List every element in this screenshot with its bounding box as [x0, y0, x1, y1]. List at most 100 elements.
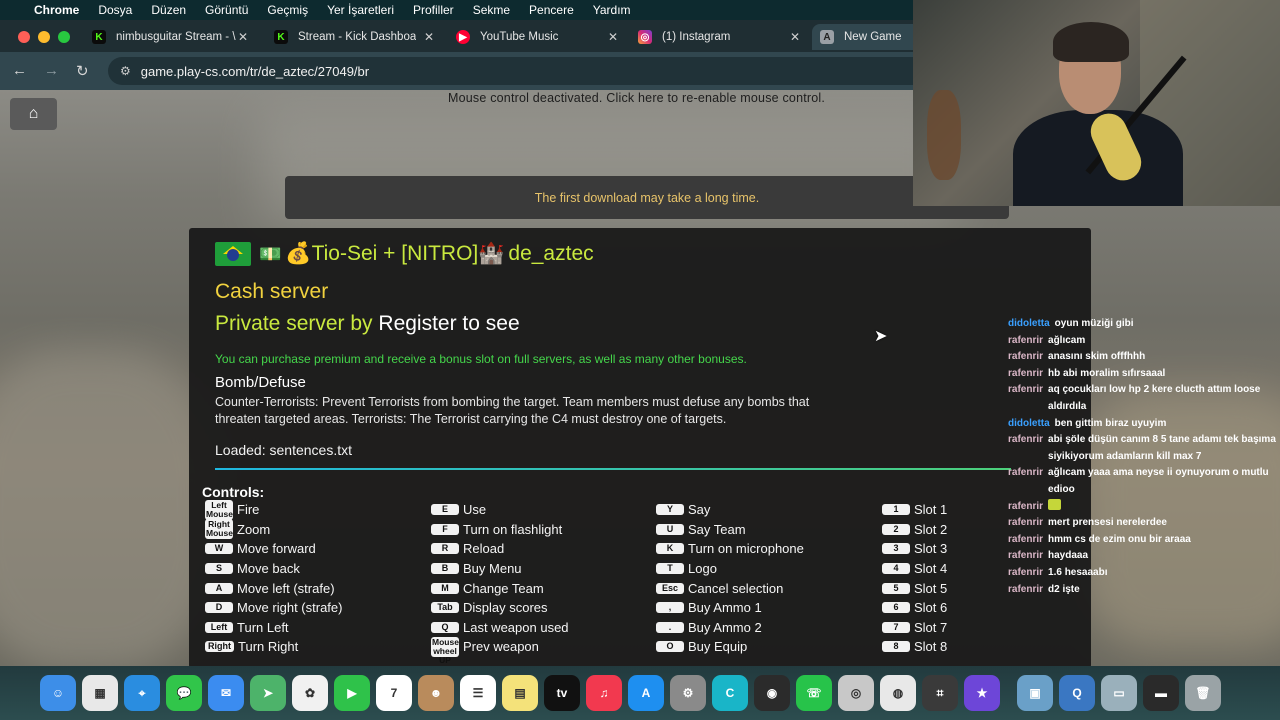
menu-item[interactable]: Dosya — [98, 3, 132, 17]
menu-item[interactable]: Geçmiş — [267, 3, 308, 17]
chat-username: rafenrir — [1008, 334, 1044, 346]
kick-icon: K — [92, 30, 106, 44]
register-to-see-link[interactable]: Register to see — [378, 312, 519, 335]
keycap: K — [656, 543, 684, 555]
browser-tab[interactable]: ◎ (1) Instagram ✕ — [630, 24, 806, 50]
browser-tab[interactable]: ▶ YouTube Music ✕ — [448, 24, 624, 50]
close-tab-icon[interactable]: ✕ — [424, 30, 434, 44]
streamer-hair — [1053, 22, 1129, 62]
keycap: S — [205, 563, 233, 575]
music-icon[interactable]: ♫ — [586, 675, 622, 711]
keycap: Mouse wheel UP — [431, 636, 459, 665]
mail-icon[interactable]: ✉ — [208, 675, 244, 711]
controls-column: E Use F Turn on flashlight R Reload B Buy Menu M… — [431, 500, 569, 665]
instagram-icon: ◎ — [638, 30, 652, 44]
menu-item[interactable]: Pencere — [529, 3, 574, 17]
tab-title: New Game — [844, 31, 902, 43]
chat-username: rafenrir — [1008, 351, 1044, 363]
tab-title: (1) Instagram — [662, 31, 731, 43]
quicktime-icon[interactable]: Q — [1059, 675, 1095, 711]
forward-arrow-icon[interactable]: → — [44, 62, 59, 79]
home-icon: ⌂ — [28, 105, 39, 122]
close-tab-icon[interactable]: ✕ — [238, 30, 248, 44]
calendar-icon[interactable]: 7 — [376, 675, 412, 711]
chat-message: didoletta ben gittim biraz uyuyim — [1008, 416, 1280, 433]
menu-app-name[interactable]: Chrome — [34, 3, 79, 17]
chat-username: didoletta — [1008, 417, 1050, 429]
appstore-icon[interactable]: A — [628, 675, 664, 711]
control-row: S Move back — [205, 559, 342, 579]
screenshot-stack-icon[interactable]: ▭ — [1101, 675, 1137, 711]
keycap: B — [431, 563, 459, 575]
keycap: M — [431, 582, 459, 594]
menu-item[interactable]: Profiller — [413, 3, 454, 17]
back-arrow-icon[interactable]: ← — [12, 62, 27, 79]
launchpad-icon[interactable]: ▦ — [82, 675, 118, 711]
close-window-button[interactable] — [18, 31, 30, 43]
settings-icon[interactable]: ⚙ — [670, 675, 706, 711]
control-row: 5 Slot 5 — [882, 578, 947, 598]
whatsapp-icon[interactable]: ☏ — [796, 675, 832, 711]
calculator-icon[interactable]: ⌗ — [922, 675, 958, 711]
control-row: A Move left (strafe) — [205, 578, 342, 598]
browser-tab[interactable]: K Stream - Kick Dashboar ✕ — [266, 24, 440, 50]
notes-icon[interactable]: ▤ — [502, 675, 538, 711]
minimize-window-button[interactable] — [38, 31, 50, 43]
stream-chat-overlay: didoletta oyun müziği gibi rafenrir ağlıcam… — [1008, 316, 1280, 598]
control-row: 6 Slot 6 — [882, 598, 947, 618]
safari-icon[interactable]: ⌖ — [124, 675, 160, 711]
maps-icon[interactable]: ➤ — [250, 675, 286, 711]
loaded-file-text: Loaded: sentences.txt — [215, 442, 352, 458]
obs-icon[interactable]: ◉ — [754, 675, 790, 711]
finder-icon[interactable]: ☺ — [40, 675, 76, 711]
contacts-icon[interactable]: ☻ — [418, 675, 454, 711]
control-row: U Say Team — [656, 520, 804, 540]
home-button[interactable]: ⌂ — [10, 98, 57, 130]
keycap: Left — [205, 621, 233, 633]
control-row: M Change Team — [431, 578, 569, 598]
chat-text: ağlıcam yaaa ama neyse ii oynuyorum o mu… — [1048, 467, 1269, 495]
chat-text: abi şöle düşün canım 8 5 tane adamı tek … — [1048, 434, 1276, 462]
steam-icon[interactable]: ◎ — [838, 675, 874, 711]
site-settings-icon[interactable]: ⚙ — [120, 64, 131, 78]
chat-message: rafenrir anasını skim offfhhh — [1008, 349, 1280, 366]
control-label: Use — [463, 502, 487, 518]
close-tab-icon[interactable]: ✕ — [608, 30, 618, 44]
downloads-stack-icon[interactable]: ▣ — [1017, 675, 1053, 711]
reload-icon[interactable]: ↻ — [76, 62, 89, 80]
messages-icon[interactable]: 💬 — [166, 675, 202, 711]
control-label: Say — [688, 502, 711, 518]
reminders-icon[interactable]: ☰ — [460, 675, 496, 711]
keycap: Tab — [431, 602, 459, 614]
menu-item[interactable]: Sekme — [473, 3, 510, 17]
mouse-control-notice[interactable]: Mouse control deactivated. Click here to… — [448, 91, 825, 105]
chrome-icon[interactable]: ◍ — [880, 675, 916, 711]
tv-icon[interactable]: tv — [544, 675, 580, 711]
menu-item[interactable]: Yer İşaretleri — [327, 3, 394, 17]
control-label: Slot 5 — [914, 580, 948, 596]
game-mode-title: Bomb/Defuse — [215, 374, 306, 391]
close-tab-icon[interactable]: ✕ — [790, 30, 800, 44]
control-label: Slot 8 — [914, 639, 948, 655]
window-stack-icon[interactable]: ▬ — [1143, 675, 1179, 711]
control-row: Mouse wheel UP Prev weapon — [431, 636, 569, 665]
browser-tab-active[interactable]: A New Game — [812, 24, 922, 50]
trash-icon[interactable]: 🗑 — [1185, 675, 1221, 711]
control-row: Right Turn Right — [205, 637, 342, 657]
scene-background — [0, 350, 220, 666]
chat-text: ben gittim biraz uyuyim — [1054, 417, 1167, 429]
keycap: 6 — [882, 602, 910, 614]
browser-tab[interactable]: K nimbusguitar Stream - \ ✕ — [84, 24, 254, 50]
control-label: Prev weapon — [463, 639, 539, 655]
imovie-icon[interactable]: ★ — [964, 675, 1000, 711]
canva-icon[interactable]: C — [712, 675, 748, 711]
private-server-line: Private server by Register to see — [215, 312, 520, 336]
facetime-icon[interactable]: ▶ — [334, 675, 370, 711]
menu-item[interactable]: Düzen — [151, 3, 186, 17]
zoom-window-button[interactable] — [58, 31, 70, 43]
menu-item[interactable]: Görüntü — [205, 3, 248, 17]
control-label: Slot 6 — [914, 600, 948, 616]
photos-icon[interactable]: ✿ — [292, 675, 328, 711]
menu-item[interactable]: Yardım — [593, 3, 631, 17]
window-controls — [18, 31, 70, 43]
